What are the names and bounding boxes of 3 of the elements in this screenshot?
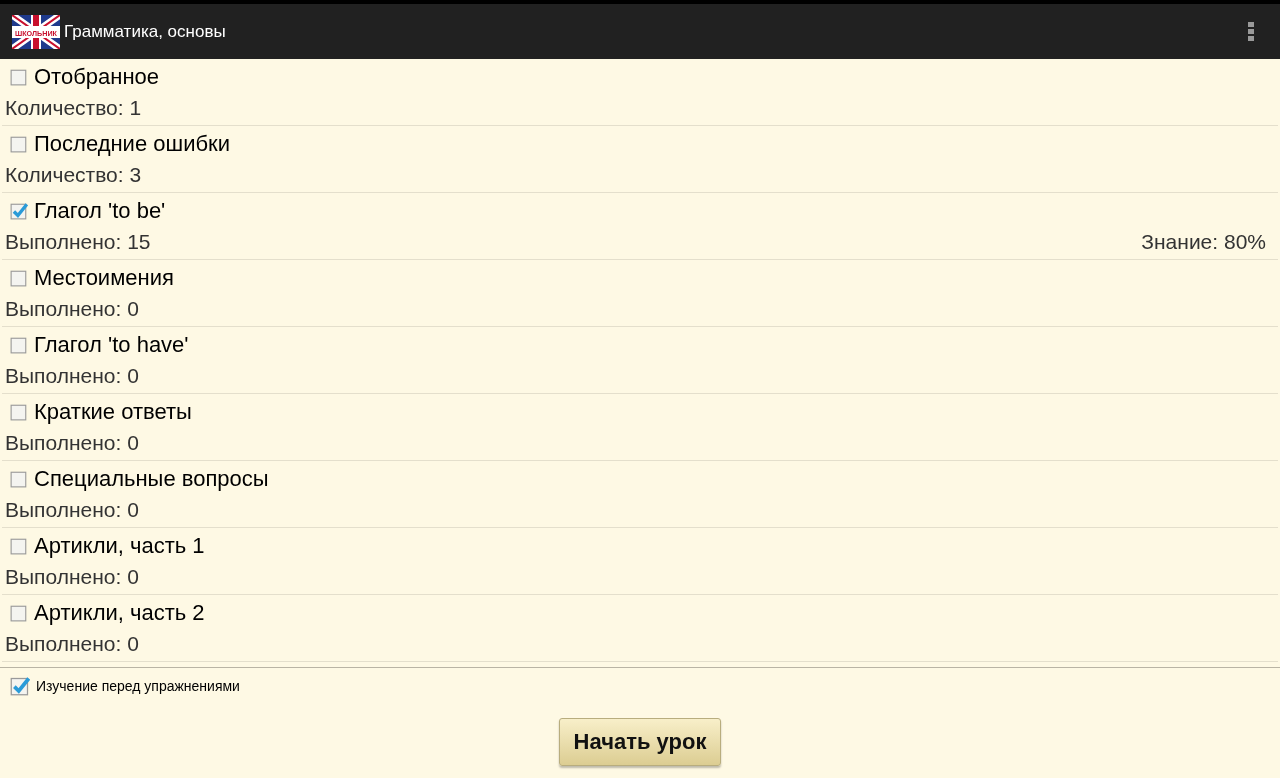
lesson-progress: Выполнено: 0 xyxy=(5,632,139,656)
screen-title: Грамматика, основы xyxy=(64,21,226,42)
knowledge-level: Знание: 80% xyxy=(1141,230,1266,254)
